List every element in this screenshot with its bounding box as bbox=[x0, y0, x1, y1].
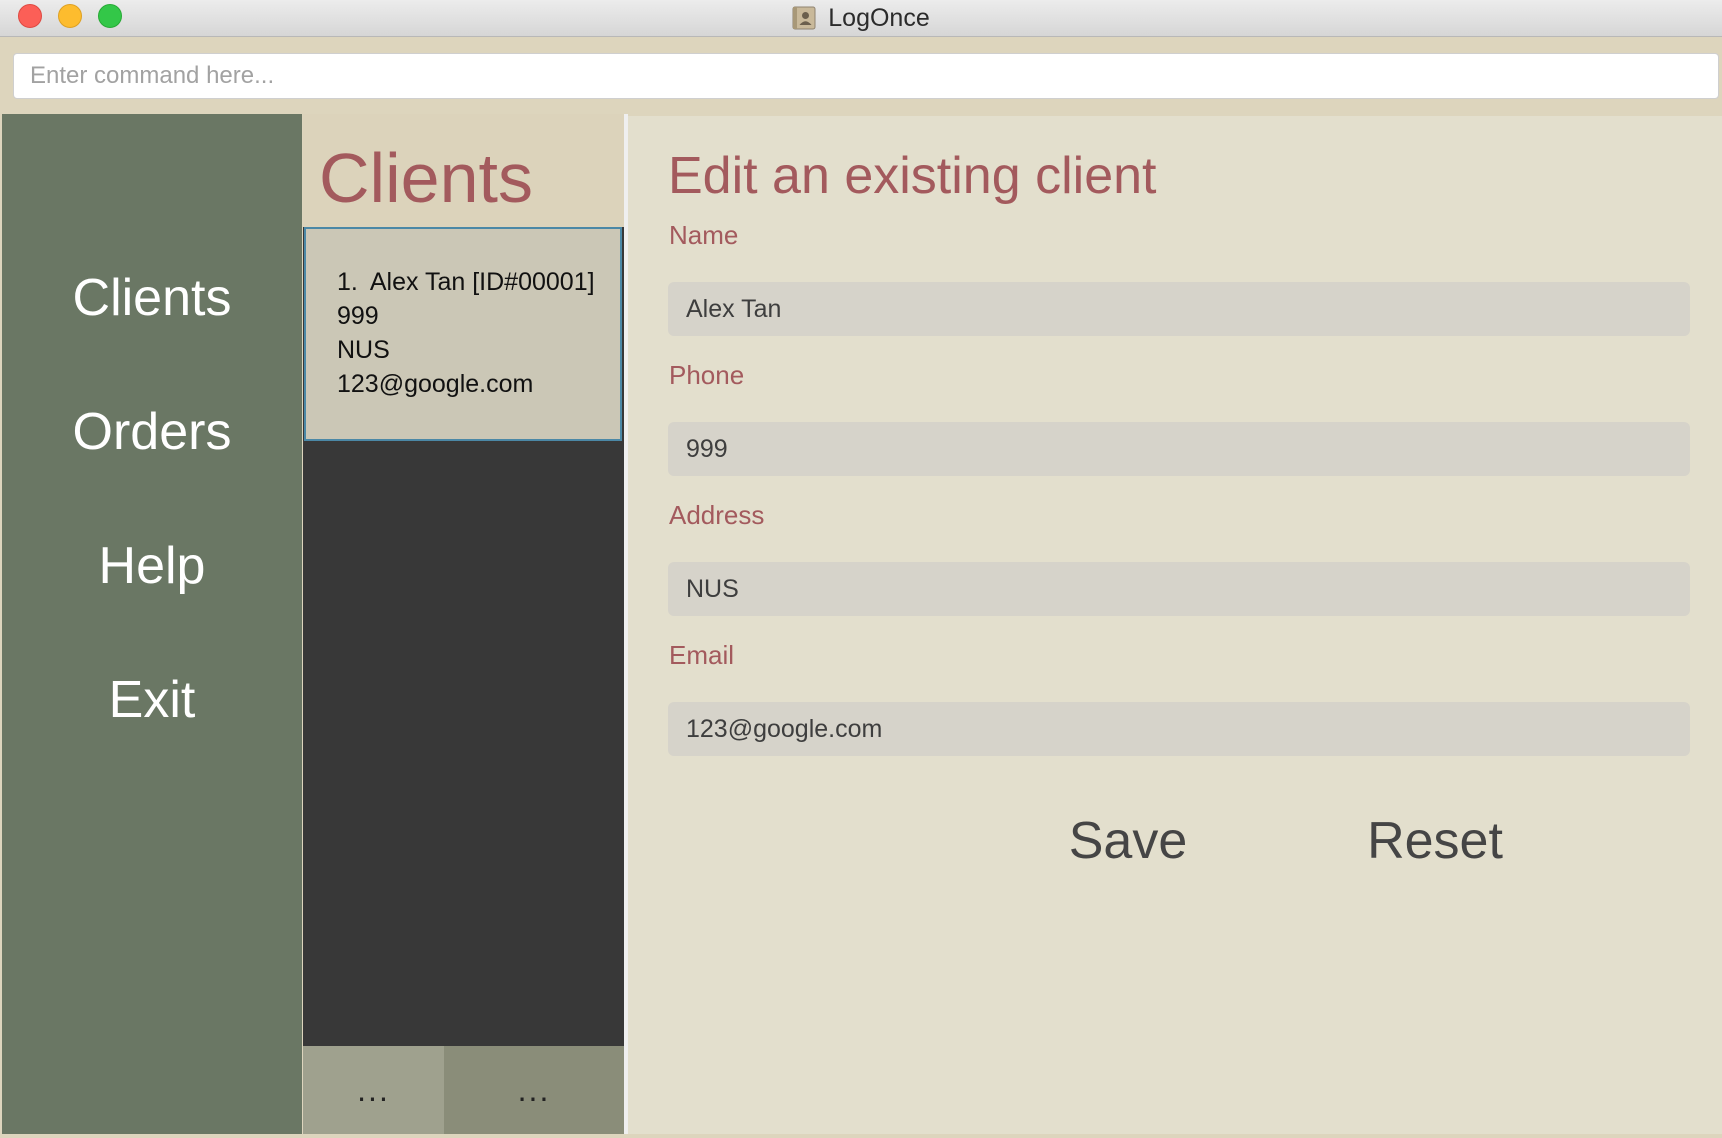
reset-button[interactable]: Reset bbox=[1360, 806, 1510, 876]
email-field[interactable] bbox=[668, 702, 1690, 756]
address-field[interactable] bbox=[668, 562, 1690, 616]
sidebar-item-exit[interactable]: Exit bbox=[2, 670, 302, 730]
command-input[interactable] bbox=[13, 53, 1719, 99]
name-label: Name bbox=[669, 220, 739, 250]
save-button[interactable]: Save bbox=[1053, 806, 1203, 876]
address-book-icon bbox=[792, 6, 816, 30]
app-window: LogOnce Clients Orders Help Exit Clients… bbox=[0, 0, 1722, 1138]
client-list-title: Clients bbox=[319, 139, 533, 217]
edit-client-title: Edit an existing client bbox=[668, 147, 1157, 205]
phone-field[interactable] bbox=[668, 422, 1690, 476]
sidebar-item-clients[interactable]: Clients bbox=[2, 268, 302, 328]
client-card[interactable]: 1. Alex Tan [ID#00001] 999 NUS 123@google… bbox=[304, 227, 622, 441]
command-bar bbox=[0, 37, 1722, 115]
name-field[interactable] bbox=[668, 282, 1690, 336]
client-phone: 999 bbox=[337, 302, 379, 330]
pagination-next-button[interactable]: ... bbox=[444, 1046, 624, 1134]
phone-label: Phone bbox=[669, 360, 745, 390]
email-label: Email bbox=[669, 640, 735, 670]
edit-client-panel: Edit an existing client Name Phone Addre… bbox=[628, 116, 1722, 1134]
sidebar-item-help[interactable]: Help bbox=[2, 536, 302, 596]
sidebar-item-orders[interactable]: Orders bbox=[2, 402, 302, 462]
client-list-panel: Clients 1. Alex Tan [ID#00001] 999 NUS 12… bbox=[303, 114, 624, 1134]
client-address: NUS bbox=[337, 336, 390, 364]
window-title: LogOnce bbox=[828, 3, 930, 32]
client-name-id: Alex Tan [ID#00001] bbox=[369, 268, 595, 296]
client-email: 123@google.com bbox=[337, 370, 534, 398]
sidebar: Clients Orders Help Exit bbox=[2, 114, 302, 1134]
client-index: 1. bbox=[337, 268, 358, 296]
pagination-prev-button[interactable]: ... bbox=[303, 1046, 444, 1134]
address-label: Address bbox=[669, 500, 765, 530]
client-list-header: Clients bbox=[303, 114, 624, 227]
client-name-line: 1. Alex Tan [ID#00001] bbox=[337, 265, 620, 299]
title-wrap: LogOnce bbox=[0, 0, 1722, 36]
title-bar: LogOnce bbox=[0, 0, 1722, 37]
